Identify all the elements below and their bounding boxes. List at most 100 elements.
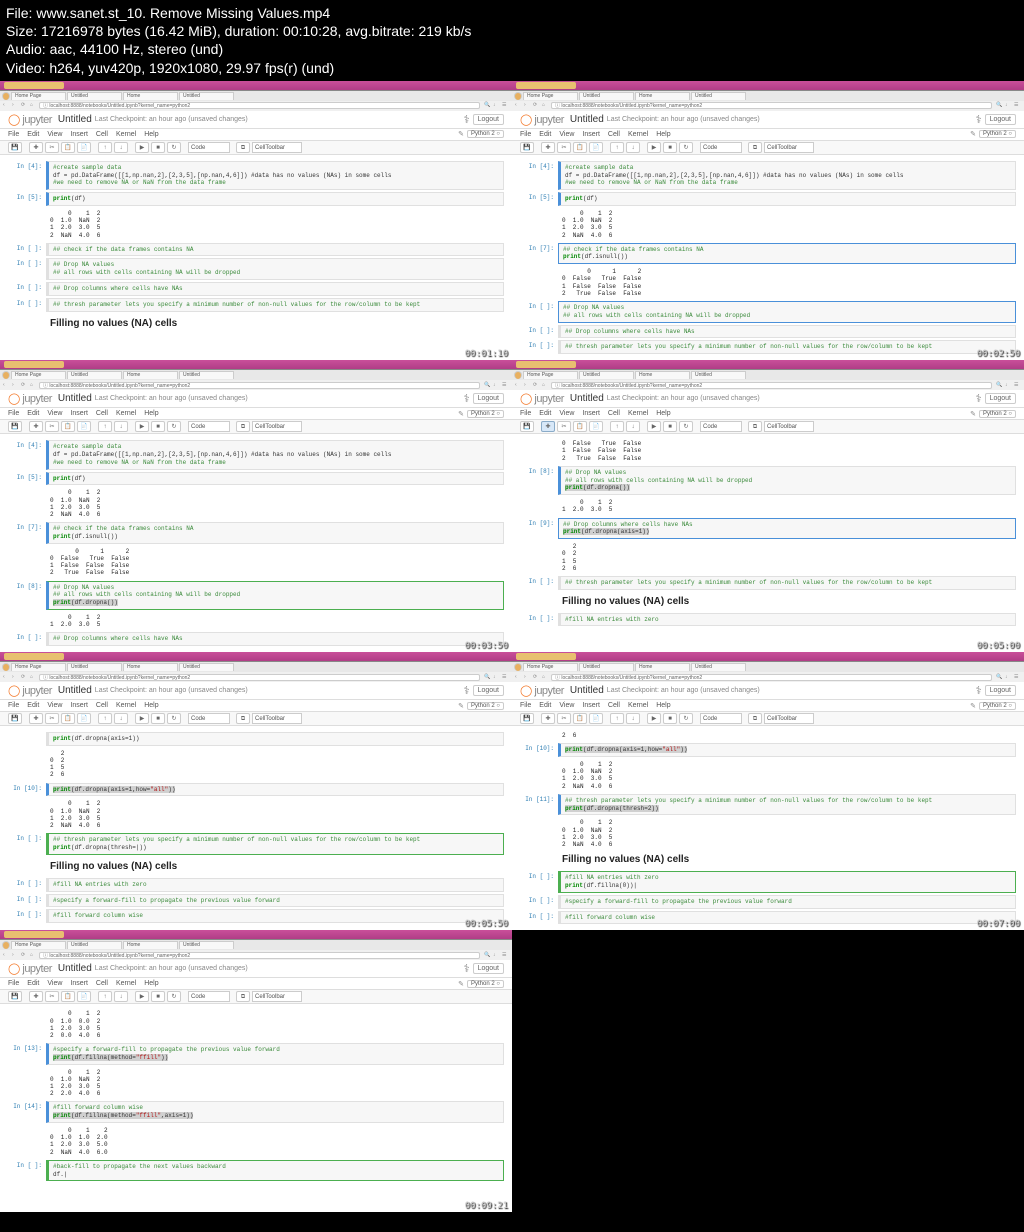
code-cell[interactable]: In [5]:print(df) [8,192,504,206]
toolbar-btn-3[interactable]: 📋 [61,991,75,1002]
browser-tab[interactable]: Untitled [691,92,746,100]
toolbar-btn-0[interactable]: 💾 [8,421,22,432]
notebook-title[interactable]: Untitled [58,963,92,974]
menu-view[interactable]: View [559,131,574,138]
address-field[interactable]: ⓘ localhost:8888/notebooks/Untitled.ipyn… [39,382,480,389]
celltype-select[interactable]: Code [188,421,230,432]
toolbar-btn-4[interactable]: 📄 [589,713,603,724]
toolbar-btn-0[interactable]: 💾 [520,421,534,432]
toolbar-btn-4[interactable]: 📄 [77,142,91,153]
toolbar-btn-9[interactable]: ↻ [167,991,181,1002]
code-cell[interactable]: In [ ]:## Drop columns where cells have … [520,325,1016,339]
home-icon[interactable]: ⌂ [542,102,549,109]
browser-tab[interactable]: Home Page [11,92,66,100]
cell-input[interactable]: #fill NA entries with zero [46,878,504,892]
browser-tab[interactable]: Home Page [11,941,66,949]
menu-cell[interactable]: Cell [608,702,620,709]
menu-help[interactable]: Help [656,410,670,417]
firefox-icon[interactable] [514,371,522,379]
jupyter-logo[interactable]: ◯ jupyter [8,392,52,405]
forward-icon[interactable]: › [12,102,19,109]
edit-icon[interactable]: ✎ [970,130,976,138]
search-icon[interactable]: 🔍 [996,674,1003,681]
kernel-indicator[interactable]: Python 2 ○ [979,130,1016,138]
toolbar-btn-8[interactable]: ■ [151,713,165,724]
forward-icon[interactable]: › [524,102,531,109]
jupyter-logo[interactable]: ◯ jupyter [8,684,52,697]
browser-tab[interactable]: Home [635,663,690,671]
browser-tab[interactable]: Untitled [67,371,122,379]
cell-input[interactable]: ## Drop columns where cells have NAs [46,282,504,296]
search-icon[interactable]: 🔍 [484,102,491,109]
code-cell[interactable]: In [ ]:#specify a forward-fill to propag… [520,895,1016,909]
download-icon[interactable]: ↓ [1005,382,1012,389]
toolbar-btn-6[interactable]: ↓ [626,421,640,432]
browser-tab[interactable]: Home Page [523,92,578,100]
browser-tab[interactable]: Home Page [523,371,578,379]
code-cell[interactable]: In [4]:#create sample datadf = pd.DataFr… [8,440,504,469]
toolbar-btn-9[interactable]: ↻ [679,142,693,153]
toolbar-btn-6[interactable]: ↓ [626,142,640,153]
toolbar-btn-8[interactable]: ■ [663,142,677,153]
cell-input[interactable]: ## Drop columns where cells have NAs [558,325,1016,339]
celltoolbar-select[interactable]: CellToolbar [252,421,302,432]
code-cell[interactable]: In [ ]:#fill forward column wise [520,911,1016,925]
toolbar-btn-6[interactable]: ↓ [114,991,128,1002]
menu-cell[interactable]: Cell [608,131,620,138]
menu-view[interactable]: View [47,702,62,709]
code-cell[interactable]: In [ ]:## thresh parameter lets you spec… [520,576,1016,590]
forward-icon[interactable]: › [524,382,531,389]
celltoolbar-select[interactable]: CellToolbar [252,713,302,724]
toolbar-btn-2[interactable]: ✂ [557,421,571,432]
cell-input[interactable]: #fill forward column wise [558,911,1016,925]
cell-input[interactable]: ## check if the data frames contains NAp… [46,522,504,544]
command-btn[interactable]: ⧉ [748,421,762,432]
menu-file[interactable]: File [8,980,19,987]
reload-icon[interactable]: ⟳ [21,382,28,389]
download-icon[interactable]: ↓ [493,102,500,109]
toolbar-btn-5[interactable]: ↑ [98,991,112,1002]
kernel-indicator[interactable]: Python 2 ○ [979,702,1016,710]
toolbar-btn-1[interactable]: ✚ [29,991,43,1002]
toolbar-btn-5[interactable]: ↑ [610,421,624,432]
code-cell[interactable]: In [10]:print(df.dropna(axis=1,how="all"… [520,743,1016,757]
cell-input[interactable]: #specify a forward-fill to propagate the… [46,1043,504,1065]
jupyter-logo[interactable]: ◯ jupyter [8,962,52,975]
logout-button[interactable]: Logout [473,393,504,404]
toolbar-btn-6[interactable]: ↓ [114,713,128,724]
home-icon[interactable]: ⌂ [542,674,549,681]
menu-cell[interactable]: Cell [96,702,108,709]
menu-edit[interactable]: Edit [539,702,551,709]
cell-input[interactable]: #create sample datadf = pd.DataFrame([[1… [558,161,1016,190]
notebook-title[interactable]: Untitled [570,114,604,125]
cell-input[interactable]: #back-fill to propagate the next values … [46,1160,504,1182]
cell-input[interactable]: #fill NA entries with zero [558,613,1016,627]
menu-help[interactable]: Help [144,410,158,417]
menu-view[interactable]: View [47,980,62,987]
browser-tab[interactable]: Home [635,371,690,379]
celltype-select[interactable]: Code [188,142,230,153]
forward-icon[interactable]: › [12,674,19,681]
markdown-cell[interactable]: Filling no values (NA) cells [8,314,504,333]
menu-view[interactable]: View [47,410,62,417]
code-cell[interactable]: In [5]:print(df) [520,192,1016,206]
forward-icon[interactable]: › [12,382,19,389]
cell-input[interactable]: print(df) [46,472,504,486]
code-cell[interactable]: In [ ]:#fill forward column wise [8,909,504,923]
code-cell[interactable]: In [ ]:## thresh parameter lets you spec… [8,298,504,312]
toolbar-btn-7[interactable]: ▶ [135,421,149,432]
browser-tab[interactable]: Untitled [579,663,634,671]
back-icon[interactable]: ‹ [3,674,10,681]
cell-input[interactable]: ## Drop columns where cells have NAsprin… [558,518,1016,540]
celltype-select[interactable]: Code [188,713,230,724]
menu-edit[interactable]: Edit [539,410,551,417]
code-cell[interactable]: In [8]:## Drop NA values## all rows with… [520,466,1016,495]
logout-button[interactable]: Logout [473,685,504,696]
kernel-indicator[interactable]: Python 2 ○ [467,410,504,418]
cell-input[interactable]: #fill forward column wise [46,909,504,923]
toolbar-btn-9[interactable]: ↻ [679,713,693,724]
code-cell[interactable]: In [ ]:#fill NA entries with zero [8,878,504,892]
toolbar-btn-8[interactable]: ■ [151,142,165,153]
menu-kernel[interactable]: Kernel [116,131,136,138]
menu-help[interactable]: Help [656,131,670,138]
